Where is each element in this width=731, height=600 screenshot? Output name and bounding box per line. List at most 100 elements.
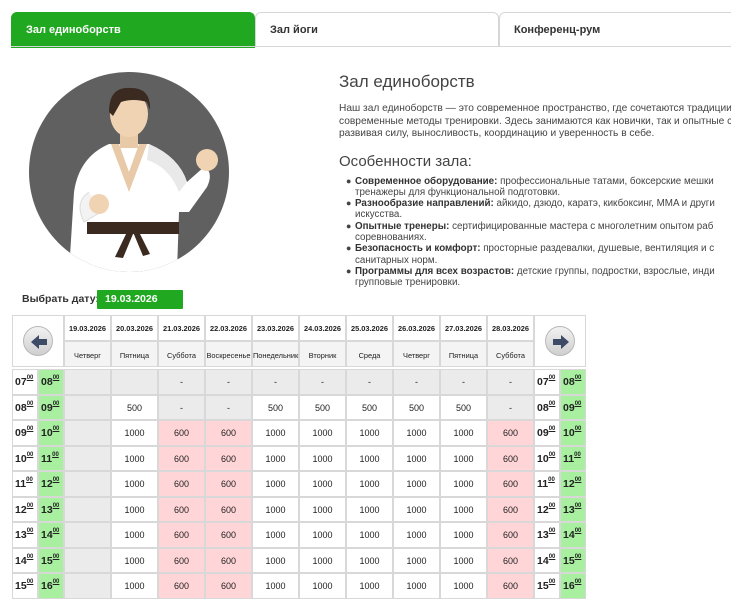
price-slot[interactable]: 1000 bbox=[440, 496, 487, 522]
price-slot[interactable]: 1000 bbox=[440, 420, 487, 446]
price-slot[interactable]: 1000 bbox=[252, 496, 299, 522]
price-slot[interactable]: 600 bbox=[487, 547, 534, 573]
price-slot[interactable]: 1000 bbox=[111, 471, 158, 497]
price-slot[interactable]: 600 bbox=[205, 445, 252, 471]
feature-text-cont: соревнованиях. bbox=[355, 231, 427, 243]
price-slot: - bbox=[299, 369, 346, 395]
date-header: 23.03.2026 bbox=[252, 315, 299, 341]
price-slot[interactable]: 600 bbox=[487, 496, 534, 522]
price-slot[interactable]: 1000 bbox=[252, 471, 299, 497]
price-slot bbox=[64, 547, 111, 573]
price-slot[interactable]: 1000 bbox=[252, 547, 299, 573]
price-slot[interactable]: 600 bbox=[158, 496, 205, 522]
price-slot[interactable]: 600 bbox=[158, 420, 205, 446]
price-slot[interactable]: 1000 bbox=[252, 573, 299, 599]
price-slot[interactable]: 500 bbox=[252, 394, 299, 420]
price-slot[interactable]: 600 bbox=[158, 573, 205, 599]
price-slot[interactable]: 600 bbox=[158, 547, 205, 573]
feature-text: детские группы, подростки, взрослые, инд… bbox=[514, 265, 715, 277]
price-slot[interactable]: 500 bbox=[440, 394, 487, 420]
price-slot[interactable]: 1000 bbox=[393, 522, 440, 548]
date-header: 22.03.2026 bbox=[205, 315, 252, 341]
price-slot[interactable]: 600 bbox=[487, 471, 534, 497]
price-slot[interactable]: 1000 bbox=[346, 522, 393, 548]
price-slot[interactable]: 500 bbox=[393, 394, 440, 420]
price-slot[interactable]: 600 bbox=[158, 471, 205, 497]
price-slot[interactable]: 1000 bbox=[111, 445, 158, 471]
price-slot[interactable]: 1000 bbox=[440, 445, 487, 471]
time-end: 1300 bbox=[560, 496, 586, 522]
price-slot[interactable]: 1000 bbox=[393, 573, 440, 599]
price-slot[interactable]: 1000 bbox=[299, 420, 346, 446]
feature-item: ● Программы для всех возрастов: детские г… bbox=[346, 265, 731, 289]
price-slot[interactable]: 1000 bbox=[393, 547, 440, 573]
price-slot[interactable]: 1000 bbox=[393, 445, 440, 471]
price-slot[interactable]: 1000 bbox=[393, 471, 440, 497]
price-slot[interactable]: 600 bbox=[205, 547, 252, 573]
price-slot[interactable]: 1000 bbox=[346, 573, 393, 599]
price-slot[interactable]: 1000 bbox=[393, 496, 440, 522]
time-start: 0900 bbox=[534, 420, 560, 446]
price-slot[interactable]: 1000 bbox=[346, 420, 393, 446]
price-slot: - bbox=[487, 369, 534, 395]
weekday-header: Четверг bbox=[64, 341, 111, 367]
date-picker-input[interactable]: 19.03.2026 bbox=[97, 290, 183, 309]
weekday-header: Понедельник bbox=[252, 341, 299, 367]
price-slot[interactable]: 600 bbox=[487, 445, 534, 471]
price-slot[interactable]: 1000 bbox=[299, 471, 346, 497]
price-slot[interactable]: 500 bbox=[111, 394, 158, 420]
price-slot[interactable]: 1000 bbox=[252, 420, 299, 446]
date-header: 20.03.2026 bbox=[111, 315, 158, 341]
time-end: 1000 bbox=[560, 420, 586, 446]
price-slot bbox=[64, 471, 111, 497]
price-slot[interactable]: 1000 bbox=[299, 522, 346, 548]
prev-week-button[interactable] bbox=[12, 315, 64, 367]
price-slot[interactable]: 600 bbox=[205, 420, 252, 446]
price-slot[interactable]: 1000 bbox=[299, 547, 346, 573]
price-slot[interactable]: 1000 bbox=[299, 445, 346, 471]
price-slot[interactable]: 1000 bbox=[440, 573, 487, 599]
price-slot[interactable]: 1000 bbox=[393, 420, 440, 446]
price-slot[interactable]: 600 bbox=[487, 573, 534, 599]
price-slot[interactable]: 1000 bbox=[111, 547, 158, 573]
price-slot[interactable]: 600 bbox=[487, 420, 534, 446]
time-start: 1300 bbox=[12, 522, 38, 548]
tab-conference[interactable]: Конференц-рум bbox=[499, 12, 731, 47]
features-list: ● Современное оборудование: профессиональ… bbox=[339, 176, 731, 289]
price-slot[interactable]: 1000 bbox=[346, 547, 393, 573]
price-slot[interactable]: 600 bbox=[205, 573, 252, 599]
tab-yoga[interactable]: Зал йоги bbox=[255, 12, 499, 47]
price-slot[interactable]: 600 bbox=[205, 522, 252, 548]
price-slot[interactable]: 1000 bbox=[299, 573, 346, 599]
price-slot: - bbox=[487, 394, 534, 420]
price-slot[interactable]: 500 bbox=[346, 394, 393, 420]
price-slot[interactable]: 600 bbox=[487, 522, 534, 548]
price-slot[interactable]: 1000 bbox=[346, 496, 393, 522]
tab-martial-arts[interactable]: Зал единоборств bbox=[11, 12, 255, 48]
price-slot[interactable]: 1000 bbox=[111, 496, 158, 522]
price-slot[interactable]: 500 bbox=[299, 394, 346, 420]
price-slot[interactable]: 1000 bbox=[440, 522, 487, 548]
price-slot[interactable]: 1000 bbox=[111, 573, 158, 599]
price-slot[interactable]: 1000 bbox=[252, 445, 299, 471]
price-slot[interactable]: 1000 bbox=[111, 522, 158, 548]
price-slot bbox=[64, 573, 111, 599]
price-slot: - bbox=[205, 369, 252, 395]
price-slot[interactable]: 600 bbox=[158, 445, 205, 471]
price-slot[interactable]: 600 bbox=[205, 471, 252, 497]
price-slot[interactable]: 1000 bbox=[440, 547, 487, 573]
time-end: 0800 bbox=[560, 369, 586, 395]
feature-name: Опытные тренеры: bbox=[355, 220, 450, 232]
price-slot[interactable]: 1000 bbox=[346, 445, 393, 471]
price-slot[interactable]: 1000 bbox=[440, 471, 487, 497]
price-slot[interactable]: 1000 bbox=[299, 496, 346, 522]
time-end: 1200 bbox=[38, 471, 64, 497]
price-slot[interactable]: 1000 bbox=[111, 420, 158, 446]
feature-item: ● Опытные тренеры: сертифицированные маст… bbox=[346, 220, 731, 244]
price-slot[interactable]: 1000 bbox=[252, 522, 299, 548]
price-slot[interactable]: 600 bbox=[158, 522, 205, 548]
price-slot[interactable]: 600 bbox=[205, 496, 252, 522]
price-slot[interactable]: 1000 bbox=[346, 471, 393, 497]
next-week-button[interactable] bbox=[534, 315, 586, 367]
time-start: 1500 bbox=[534, 573, 560, 599]
